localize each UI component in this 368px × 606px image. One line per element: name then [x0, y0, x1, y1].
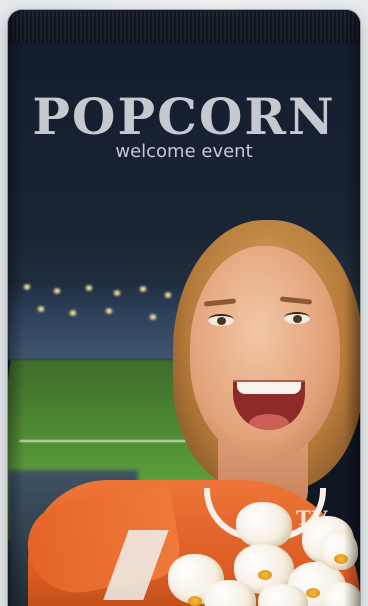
stadium-light	[84, 285, 94, 291]
popcorn-kernel	[188, 596, 202, 606]
stadium-light	[68, 310, 78, 316]
bag-edge-right	[344, 10, 360, 606]
product-title: POPCORN	[32, 87, 336, 146]
right-eye	[284, 312, 310, 324]
stadium-light	[36, 306, 46, 312]
left-eye	[208, 314, 234, 326]
popcorn-kernel	[306, 588, 320, 598]
popcorn-kernel	[258, 570, 272, 580]
stadium-light	[148, 314, 158, 320]
stadium-light	[52, 288, 62, 294]
tongue	[249, 414, 289, 430]
stadium-light	[112, 290, 122, 296]
product-subtitle: welcome event	[115, 141, 253, 162]
popcorn-bag: TV POPCORN welcome event	[8, 10, 360, 606]
stadium-light	[104, 308, 114, 314]
bag-edge-left	[8, 10, 24, 606]
stadium-light	[163, 292, 173, 298]
stadium-light	[138, 286, 148, 292]
teeth	[237, 382, 301, 394]
top-seal	[8, 10, 360, 43]
product-mockup-canvas: TV POPCORN welcome event	[0, 0, 368, 606]
popcorn-piece	[236, 502, 292, 548]
